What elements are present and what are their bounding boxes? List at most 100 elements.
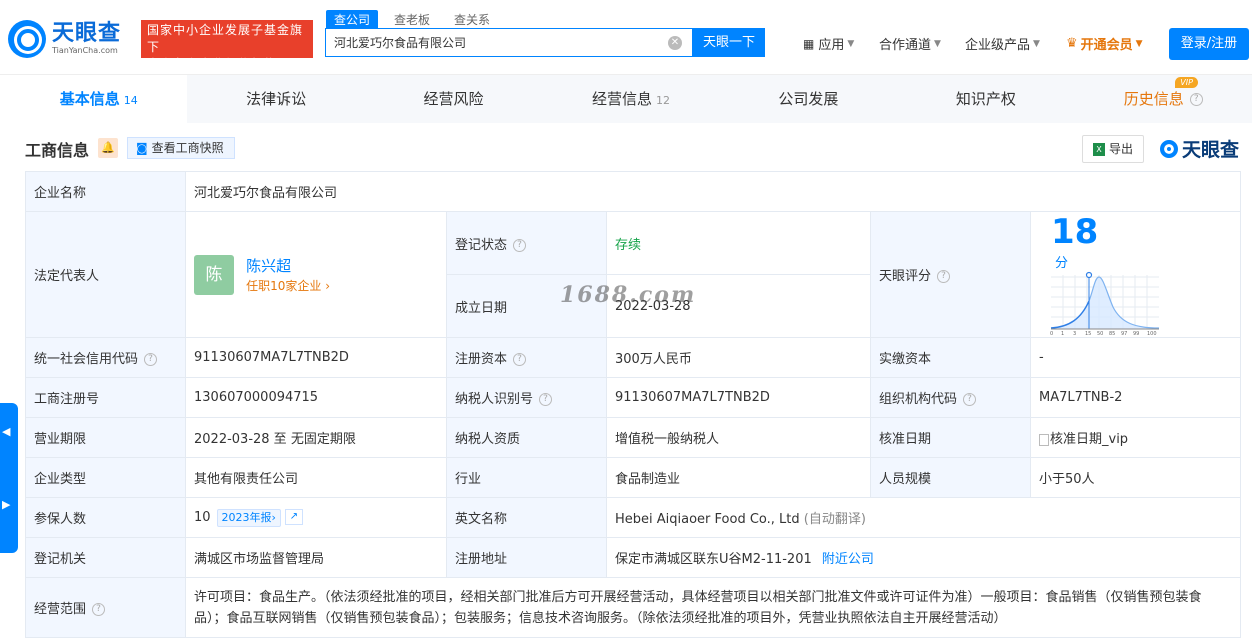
value-insured: 10 2023年报› ↗ [185,497,447,538]
label-term: 营业期限 [25,417,186,458]
axis-tick: 97 [1121,331,1127,337]
label-type: 企业类型 [25,457,186,498]
value-authority: 满城区市场监督管理局 [185,537,447,578]
help-icon[interactable]: ? [92,603,106,616]
side-float-tab[interactable]: ◀ ▶ [0,403,18,553]
search-type-tabs: 查公司 查老板 查关系 [326,10,506,29]
axis-tick: 1 [1061,331,1064,337]
export-button[interactable]: X 导出 [1082,135,1144,163]
label-staff: 人员规模 [870,457,1031,498]
nav-apps-label: 应用 [818,38,845,53]
help-icon[interactable]: ? [513,353,527,366]
label-text: 天眼评分 [879,269,932,284]
label-approve-date: 核准日期 [870,417,1031,458]
rep-name-link[interactable]: 陈兴超 [246,255,330,277]
help-icon[interactable]: ? [144,353,158,366]
tab-legal[interactable]: 法律诉讼 [187,75,364,123]
tab-label: 基本信息 [59,90,120,108]
label-text: 经营范围 [34,602,87,617]
eye-logo-icon [1160,139,1178,158]
search-button[interactable]: 天眼一下 [693,28,765,57]
help-icon[interactable]: ? [1189,93,1203,106]
nav-vip-label: 开通会员 [1080,38,1133,53]
value-credit: 91130607MA7L7TNB2D [185,337,447,378]
trend-chart-icon[interactable]: ↗ [284,509,303,525]
label-english: 英文名称 [446,497,607,538]
chevron-down-icon: ▼ [934,38,941,49]
label-status: 登记状态? [446,211,607,275]
tab-label: 公司发展 [778,90,839,108]
help-icon[interactable]: ? [513,238,527,252]
label-text: 注册资本 [455,352,508,367]
snapshot-button[interactable]: ◙ 查看工商快照 [127,137,235,159]
brand-text: 天眼查 [1182,139,1240,161]
axis-tick: 0 [1050,331,1053,337]
axis-tick: 15 [1085,331,1091,337]
brand-watermark-logo: 天眼查 [1160,135,1239,162]
label-reg-no: 工商注册号 [25,377,186,418]
rep-positions-link[interactable]: 任职10家企业 › [246,277,330,295]
badge-line-1: 国家中小企业发展子基金旗下 [147,23,304,54]
tab-risk[interactable]: 经营风险 [365,75,542,123]
tab-ip[interactable]: 知识产权 [897,75,1074,123]
label-address: 注册地址 [446,537,607,578]
table-row: 统一社会信用代码? 91130607MA7L7TNB2D 注册资本? 300万人… [25,337,1241,378]
search-input[interactable]: 河北爱巧尔食品有限公司 ✕ [325,28,693,57]
tab-operation[interactable]: 经营信息 12 [542,75,719,123]
tab-search-relation[interactable]: 查关系 [446,10,498,29]
help-icon[interactable]: ? [963,393,977,406]
label-text: 纳税人识别号 [455,392,534,407]
address-text: 保定市满城区联东U谷M2-11-201 [615,552,812,567]
value-tax-qual: 增值税一般纳税人 [606,417,871,458]
table-row: 企业类型 其他有限责任公司 行业 食品制造业 人员规模 小于50人 [25,457,1241,498]
tab-history[interactable]: VIP 历史信息? [1075,75,1252,123]
nav-enterprise[interactable]: 企业级产品 ▼ [965,34,1040,53]
tab-development[interactable]: 公司发展 [720,75,897,123]
value-name: 河北爱巧尔食品有限公司 [185,171,1241,212]
tab-basic-info[interactable]: 基本信息 14 [10,75,188,123]
vip-badge: VIP [1175,77,1198,88]
business-info-table: 企业名称 河北爱巧尔食品有限公司 法定代表人 陈 陈兴超 任职10家企业 › 登… [25,171,1241,638]
nearby-companies-link[interactable]: 附近公司 [822,552,874,567]
nav-apps[interactable]: ▦ 应用 ▼ [803,34,854,54]
top-header: 天眼查 TianYanCha.com 国家中小企业发展子基金旗下 官方备案企业征… [0,0,1252,75]
eye-logo-icon [8,20,46,58]
tab-label: 经营信息 [591,90,652,108]
label-authority: 登记机关 [25,537,186,578]
site-logo[interactable]: 天眼查 TianYanCha.com [8,20,121,58]
value-type: 其他有限责任公司 [185,457,447,498]
value-industry: 食品制造业 [606,457,871,498]
crown-icon: ♛ [1066,36,1078,51]
axis-tick: 99 [1133,331,1139,337]
help-icon[interactable]: ? [539,393,553,406]
value-org-code: MA7L7TNB-2 [1030,377,1241,418]
table-row: 参保人数 10 2023年报› ↗ 英文名称 Hebei Aiqiaoer Food… [25,497,1241,538]
avatar[interactable]: 陈 [194,254,234,295]
help-icon[interactable]: ? [937,270,951,283]
english-name: Hebei Aiqiaoer Food Co., Ltd [615,512,800,527]
login-button[interactable]: 登录/注册 [1169,28,1249,60]
value-reg-no: 130607000094715 [185,377,447,418]
clear-icon[interactable]: ✕ [668,36,682,50]
annual-report-button[interactable]: 2023年报› [216,508,281,527]
snapshot-label: 查看工商快照 [151,141,224,155]
tab-search-company[interactable]: 查公司 [326,10,379,29]
nav-vip[interactable]: ♛ 开通会员 ▼ [1066,34,1143,53]
value-paid-capital: - [1030,337,1241,378]
export-label: 导出 [1108,142,1133,156]
tab-label: 法律诉讼 [246,90,307,108]
label-reg-capital: 注册资本? [446,337,607,378]
nav-channel[interactable]: 合作通道 ▼ [879,34,941,53]
value-status: 存续 [606,211,871,275]
value-term: 2022-03-28 至 无固定期限 [185,417,447,458]
side-tab-icon: ▶ [2,498,11,511]
excel-icon: X [1092,143,1105,156]
value-tax-id: 91130607MA7L7TNB2D [606,377,871,418]
value-address: 保定市满城区联东U谷M2-11-201 附近公司 [606,537,1241,578]
section-title: 工商信息 [25,141,90,160]
table-row: 工商注册号 130607000094715 纳税人识别号? 91130607MA… [25,377,1241,418]
tab-search-boss[interactable]: 查老板 [386,10,438,29]
bell-icon[interactable]: 🔔 [98,138,118,158]
value-english: Hebei Aiqiaoer Food Co., Ltd (自动翻译) [606,497,1241,538]
badge-line-2: 官方备案企业征信机构 [147,57,278,71]
